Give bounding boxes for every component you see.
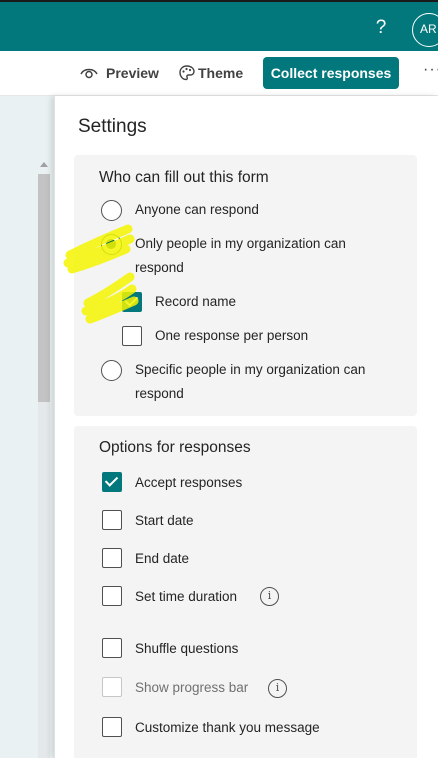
preview-button[interactable]: Preview xyxy=(80,51,159,95)
thank-you-label[interactable]: Customize thank you message xyxy=(135,716,320,740)
help-icon[interactable]: ? xyxy=(371,16,391,40)
anyone-label[interactable]: Anyone can respond xyxy=(135,198,395,222)
settings-panel: Settings Who can fill out this form Anyo… xyxy=(54,96,438,758)
theme-label: Theme xyxy=(198,65,244,81)
accept-responses-checkbox[interactable] xyxy=(102,472,122,492)
org-only-radio[interactable] xyxy=(101,234,122,255)
duration-info-icon[interactable]: i xyxy=(260,587,279,606)
collect-responses-button[interactable]: Collect responses xyxy=(263,57,399,89)
toolbar: Preview Theme Collect responses ··· xyxy=(0,51,438,96)
progress-bar-checkbox[interactable] xyxy=(102,677,122,697)
scroll-up-arrow-icon[interactable] xyxy=(40,162,48,167)
accept-responses-label[interactable]: Accept responses xyxy=(135,471,242,495)
preview-label: Preview xyxy=(106,65,159,81)
eye-icon xyxy=(80,66,106,80)
progress-bar-label[interactable]: Show progress bar xyxy=(135,676,248,700)
anyone-radio[interactable] xyxy=(101,200,122,221)
who-can-fill-title: Who can fill out this form xyxy=(99,169,269,186)
record-name-label[interactable]: Record name xyxy=(155,290,385,314)
who-can-fill-card: Who can fill out this form Anyone can re… xyxy=(74,155,417,416)
one-response-label[interactable]: One response per person xyxy=(155,324,385,348)
theme-button[interactable]: Theme xyxy=(178,51,243,95)
more-options-icon[interactable]: ··· xyxy=(423,62,438,79)
time-duration-label[interactable]: Set time duration xyxy=(135,585,237,609)
options-card: Options for responses Accept responses S… xyxy=(74,426,417,758)
specific-people-radio[interactable] xyxy=(101,360,122,381)
app-header: ? AR xyxy=(0,0,438,51)
avatar[interactable]: AR xyxy=(412,13,438,47)
scrollbar-thumb[interactable] xyxy=(38,174,50,402)
start-date-label[interactable]: Start date xyxy=(135,509,194,533)
palette-icon xyxy=(178,64,198,82)
org-only-label[interactable]: Only people in my organization can respo… xyxy=(135,232,375,280)
shuffle-questions-label[interactable]: Shuffle questions xyxy=(135,637,238,661)
one-response-checkbox[interactable] xyxy=(122,326,142,346)
options-title: Options for responses xyxy=(99,439,251,456)
time-duration-checkbox[interactable] xyxy=(102,586,122,606)
thank-you-checkbox[interactable] xyxy=(102,717,122,737)
end-date-label[interactable]: End date xyxy=(135,547,189,571)
record-name-checkbox[interactable] xyxy=(122,292,142,312)
start-date-checkbox[interactable] xyxy=(102,510,122,530)
progress-info-icon[interactable]: i xyxy=(268,679,287,698)
specific-people-label[interactable]: Specific people in my organization can r… xyxy=(135,358,397,406)
end-date-checkbox[interactable] xyxy=(102,548,122,568)
shuffle-questions-checkbox[interactable] xyxy=(102,638,122,658)
settings-title: Settings xyxy=(78,116,147,137)
